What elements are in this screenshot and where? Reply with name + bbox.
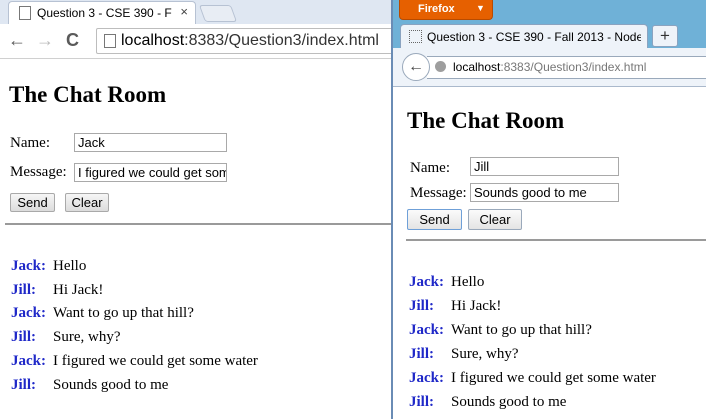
speaker-name: Jack:: [11, 258, 46, 274]
speaker-name: Jack:: [409, 322, 444, 338]
chat-message: Jill: Hi Jack!: [11, 282, 103, 299]
send-button[interactable]: Send: [10, 193, 55, 212]
message-text: Want to go up that hill?: [451, 322, 592, 338]
page-title: The Chat Room: [407, 108, 565, 133]
chat-message: Jill: Sounds good to me: [409, 394, 566, 411]
firefox-titlebar: Firefox ▼: [393, 0, 706, 22]
firefox-toolbar: localhost:8383/Question3/index.html ←: [393, 48, 706, 87]
chat-message: Jill: Sounds good to me: [11, 377, 168, 394]
speaker-name: Jack:: [409, 274, 444, 290]
firefox-url: localhost:8383/Question3/index.html: [453, 60, 646, 74]
message-text: Hello: [451, 274, 485, 290]
back-arrow-icon[interactable]: ←: [402, 53, 430, 81]
divider: [5, 223, 392, 225]
message-text: Want to go up that hill?: [53, 305, 194, 321]
chrome-tab-strip: Question 3 - CSE 390 - Fall ×: [0, 0, 392, 25]
speaker-name: Jill:: [11, 377, 36, 393]
message-input[interactable]: I figured we could get some water: [74, 163, 227, 182]
speaker-name: Jill:: [11, 282, 36, 298]
speaker-name: Jack:: [11, 305, 46, 321]
message-text: Hi Jack!: [53, 282, 104, 298]
name-label: Name:: [410, 160, 450, 176]
divider: [406, 239, 706, 241]
chrome-address-bar[interactable]: localhost:8383/Question3/index.html: [96, 28, 392, 54]
firefox-window: Firefox ▼ Question 3 - CSE 390 - Fall 20…: [391, 0, 706, 419]
chat-message: Jill: Sure, why?: [409, 346, 519, 363]
message-text: Sounds good to me: [53, 377, 169, 393]
reload-icon[interactable]: C: [66, 30, 79, 50]
firefox-menu-button[interactable]: Firefox ▼: [399, 0, 493, 20]
chat-message: Jack: Hello: [11, 258, 86, 275]
url-host: localhost: [121, 32, 185, 49]
url-host: localhost: [453, 60, 501, 74]
message-label: Message:: [10, 164, 67, 180]
name-input[interactable]: Jill: [470, 157, 619, 176]
message-label: Message:: [410, 185, 467, 201]
chat-message: Jack: Hello: [409, 274, 484, 291]
back-arrow-icon[interactable]: ←: [8, 30, 26, 50]
speaker-name: Jill:: [11, 329, 36, 345]
page-icon: [409, 30, 422, 43]
chrome-toolbar: ← → C localhost:8383/Question3/index.htm…: [0, 24, 392, 59]
send-button[interactable]: Send: [407, 209, 462, 230]
page-icon: [104, 34, 116, 48]
forward-arrow-icon[interactable]: →: [36, 30, 54, 50]
chat-message: Jack: Want to go up that hill?: [11, 305, 194, 322]
firefox-tab-strip: Question 3 - CSE 390 - Fall 2013 - Node.…: [393, 22, 706, 49]
globe-icon: [435, 61, 446, 72]
chat-message: Jack: Want to go up that hill?: [409, 322, 592, 339]
chrome-tab[interactable]: Question 3 - CSE 390 - Fall ×: [8, 1, 196, 25]
url-path: :8383/Question3/index.html: [184, 32, 379, 49]
speaker-name: Jill:: [409, 298, 434, 314]
speaker-name: Jill:: [409, 394, 434, 410]
chat-message: Jill: Sure, why?: [11, 329, 121, 346]
firefox-menu-label: Firefox: [418, 3, 455, 15]
chat-message: Jack: I figured we could get some water: [11, 353, 258, 370]
message-text: Sure, why?: [53, 329, 121, 345]
new-tab-button[interactable]: +: [652, 25, 678, 47]
message-text: I figured we could get some water: [53, 353, 258, 369]
message-text: Hello: [53, 258, 87, 274]
chrome-tab-title: Question 3 - CSE 390 - Fall: [37, 6, 172, 20]
message-text: Hi Jack!: [451, 298, 502, 314]
message-text: Sounds good to me: [451, 394, 567, 410]
chevron-down-icon: ▼: [476, 3, 485, 13]
firefox-page: The Chat Room Name: Jill Message: Sounds…: [393, 87, 706, 419]
message-text: Sure, why?: [451, 346, 519, 362]
name-label: Name:: [10, 135, 50, 151]
close-icon[interactable]: ×: [180, 4, 188, 19]
speaker-name: Jack:: [409, 370, 444, 386]
chrome-page: The Chat Room Name: Jack Message: I figu…: [0, 59, 392, 419]
url-path: :8383/Question3/index.html: [500, 60, 647, 74]
firefox-tab[interactable]: Question 3 - CSE 390 - Fall 2013 - Node.…: [400, 24, 648, 49]
speaker-name: Jill:: [409, 346, 434, 362]
speaker-name: Jack:: [11, 353, 46, 369]
firefox-tab-title: Question 3 - CSE 390 - Fall 2013 - Node.…: [427, 30, 641, 44]
page-icon: [19, 6, 31, 20]
chrome-window: Question 3 - CSE 390 - Fall × ← → C loca…: [0, 0, 392, 419]
chat-message: Jack: I figured we could get some water: [409, 370, 656, 387]
chat-message: Jill: Hi Jack!: [409, 298, 501, 315]
firefox-address-bar[interactable]: localhost:8383/Question3/index.html: [427, 56, 706, 79]
page-title: The Chat Room: [9, 82, 167, 107]
chrome-url: localhost:8383/Question3/index.html: [121, 32, 379, 50]
name-input[interactable]: Jack: [74, 133, 227, 152]
new-tab-button[interactable]: [198, 5, 238, 22]
message-input[interactable]: Sounds good to me: [470, 183, 619, 202]
clear-button[interactable]: Clear: [65, 193, 109, 212]
message-text: I figured we could get some water: [451, 370, 656, 386]
clear-button[interactable]: Clear: [468, 209, 522, 230]
